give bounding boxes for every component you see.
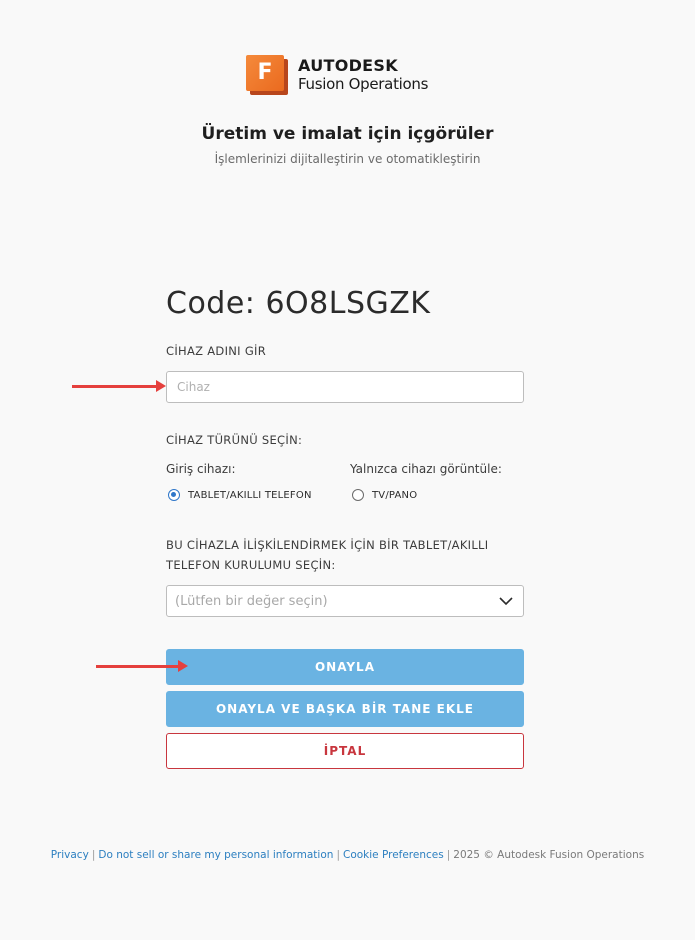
- product-name: Fusion Operations: [298, 75, 429, 93]
- link-setup-label-line1: BU CİHAZLA İLİŞKİLENDİRMEK İÇİN BİR TABL…: [166, 538, 489, 552]
- radio-unchecked-icon[interactable]: [352, 489, 364, 501]
- annotation-arrow-icon: [72, 380, 166, 392]
- radio-tablet-label: TABLET/AKILLI TELEFON: [188, 489, 312, 501]
- brand-name: AUTODESK: [298, 56, 398, 75]
- select-placeholder: (Lütfen bir değer seçin): [175, 593, 328, 609]
- radio-tv-board[interactable]: TV/PANO: [352, 489, 417, 501]
- device-type-label: CİHAZ TÜRÜNÜ SEÇİN:: [166, 433, 303, 447]
- annotation-arrow-icon: [96, 660, 188, 672]
- autodesk-logo: F AUTODESK Fusion Operations: [246, 55, 428, 95]
- tablet-setup-select[interactable]: (Lütfen bir değer seçin): [166, 585, 524, 617]
- link-setup-label-line2: TELEFON KURULUMU SEÇİN:: [166, 558, 336, 572]
- logo-text: AUTODESK Fusion Operations: [298, 58, 428, 92]
- confirm-add-another-button[interactable]: ONAYLA VE BAŞKA BİR TANE EKLE: [166, 691, 524, 727]
- cancel-button[interactable]: İPTAL: [166, 733, 524, 769]
- radio-tablet-smartphone[interactable]: TABLET/AKILLI TELEFON: [168, 489, 312, 501]
- device-name-input[interactable]: [166, 371, 524, 403]
- chevron-down-icon: [499, 596, 513, 605]
- radio-checked-icon[interactable]: [168, 489, 180, 501]
- fusion-logo-icon: F: [246, 55, 288, 95]
- footer: Privacy | Do not sell or share my personal…: [50, 849, 645, 861]
- radio-tv-label: TV/PANO: [372, 489, 418, 501]
- privacy-link[interactable]: Privacy: [51, 849, 89, 861]
- confirm-button[interactable]: ONAYLA: [166, 649, 524, 685]
- pairing-code: Code: 6O8LSGZK: [166, 286, 431, 321]
- page-headline: Üretim ve imalat için içgörüler: [201, 124, 494, 144]
- page: F AUTODESK Fusion Operations Üretim ve i…: [0, 0, 695, 940]
- cookie-preferences-link[interactable]: Cookie Preferences: [343, 849, 444, 861]
- do-not-sell-link[interactable]: Do not sell or share my personal informa…: [98, 849, 333, 861]
- input-device-group-label: Giriş cihazı:: [166, 462, 236, 476]
- copyright-text: 2025 © Autodesk Fusion Operations: [453, 849, 645, 861]
- device-name-label: CİHAZ ADINI GİR: [166, 344, 267, 358]
- page-subheadline: İşlemlerinizi dijitalleştirin ve otomati…: [214, 152, 481, 166]
- display-only-group-label: Yalnızca cihazı görüntüle:: [350, 462, 502, 476]
